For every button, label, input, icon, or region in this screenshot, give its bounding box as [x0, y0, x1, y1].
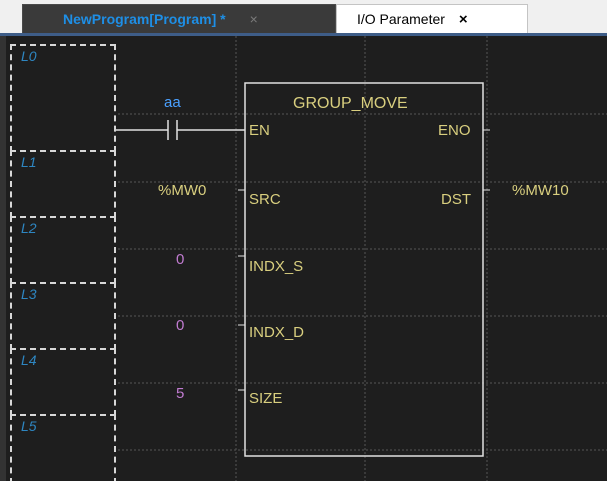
output-eno-label: ENO	[438, 122, 471, 139]
size-operand[interactable]: 5	[176, 385, 184, 402]
src-operand[interactable]: %MW0	[158, 182, 206, 199]
rung-l1[interactable]: L1	[10, 150, 116, 218]
tab-io-parameter[interactable]: I/O Parameter ×	[336, 4, 528, 33]
close-icon[interactable]: ×	[250, 11, 258, 27]
input-en-label: EN	[249, 122, 270, 139]
rung-number: L4	[21, 352, 37, 368]
rung-number: L0	[21, 48, 37, 64]
input-indx-d-label: INDX_D	[249, 324, 305, 341]
rung-l0[interactable]: L0	[10, 44, 116, 152]
rung-l2[interactable]: L2	[10, 216, 116, 284]
close-icon[interactable]: ×	[459, 11, 468, 28]
tab-label: I/O Parameter	[357, 11, 445, 27]
ladder-editor-window: NewProgram[Program] * × I/O Parameter ×	[0, 0, 607, 481]
tab-strip: NewProgram[Program] * × I/O Parameter ×	[0, 0, 607, 33]
ladder-diagram-canvas[interactable]: L0 L1 L2 L3 L4 L5 aa GROUP_MOVE EN SRC I…	[0, 33, 607, 481]
tab-label: NewProgram[Program] *	[63, 11, 226, 27]
rung-l4[interactable]: L4	[10, 348, 116, 416]
rung-number: L3	[21, 286, 37, 302]
rung-number: L1	[21, 154, 37, 170]
input-size-label: SIZE	[249, 390, 283, 407]
contact-variable[interactable]: aa	[164, 94, 181, 111]
rung-l5[interactable]: L5	[10, 414, 116, 481]
function-block-name: GROUP_MOVE	[293, 95, 408, 112]
dst-operand[interactable]: %MW10	[512, 182, 569, 199]
output-dst-label: DST	[441, 191, 471, 208]
rung-l3[interactable]: L3	[10, 282, 116, 350]
tab-new-program[interactable]: NewProgram[Program] * ×	[22, 4, 336, 33]
input-indx-s-label: INDX_S	[249, 258, 304, 275]
indx-s-operand[interactable]: 0	[176, 251, 184, 268]
input-src-label: SRC	[249, 191, 281, 208]
indx-d-operand[interactable]: 0	[176, 317, 184, 334]
rung-number: L5	[21, 418, 37, 434]
rung-number: L2	[21, 220, 37, 236]
